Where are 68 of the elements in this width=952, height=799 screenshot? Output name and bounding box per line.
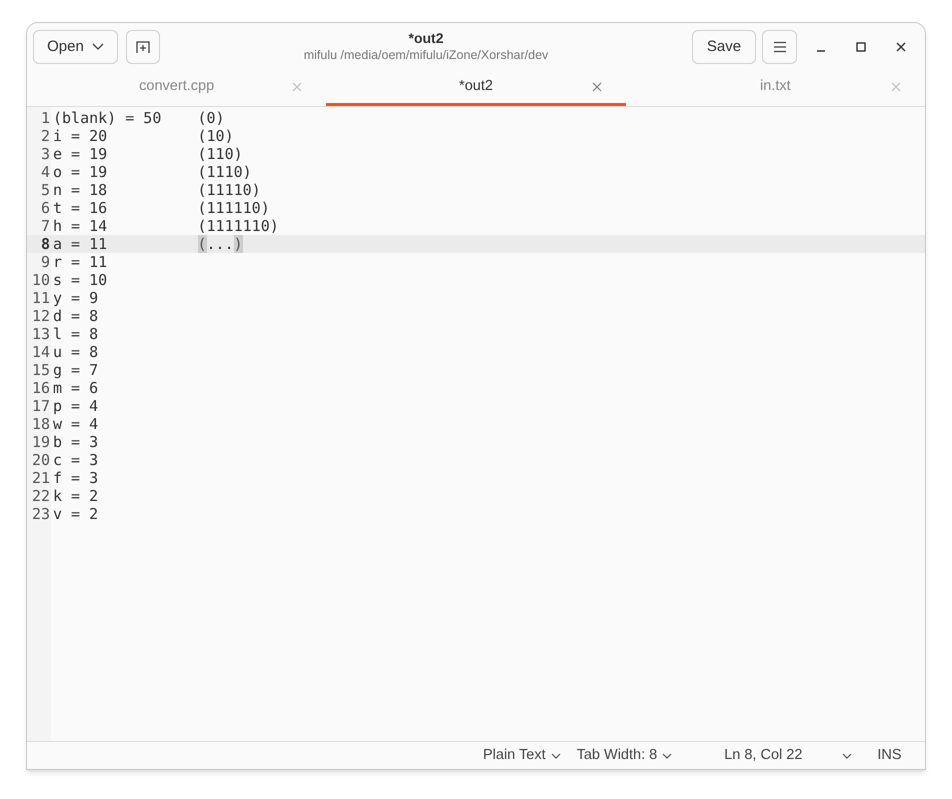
code-text: o = 19 (1110) (53, 163, 252, 181)
line-number: 3 (40, 145, 50, 163)
code-text: p = 4 (53, 397, 98, 415)
code-text: c = 3 (53, 451, 98, 469)
line-number: 4 (40, 163, 50, 181)
code-text: t = 16 (111110) (53, 199, 270, 217)
line-number: 1 (40, 109, 50, 127)
line-number: 17 (32, 397, 50, 415)
code-text: i = 20 (10) (53, 127, 234, 145)
line-number: 5 (40, 181, 50, 199)
new-tab-icon (136, 40, 150, 54)
line-number: 18 (32, 415, 50, 433)
code-text: k = 2 (53, 487, 98, 505)
code-text: u = 8 (53, 343, 98, 361)
chevron-down-icon (92, 43, 104, 51)
code-text: n = 18 (11110) (53, 181, 261, 199)
line-number: 7 (40, 217, 50, 235)
code-text: l = 8 (53, 325, 98, 343)
line-number: 10 (32, 271, 50, 289)
code-text: h = 14 (1111110) (53, 217, 279, 235)
matched-bracket: ( (198, 235, 207, 253)
matched-bracket: ) (234, 235, 243, 253)
menu-button[interactable] (762, 30, 797, 64)
line-number: 11 (32, 289, 50, 307)
line-number: 19 (32, 433, 50, 451)
code-text: a = 11 (53, 235, 108, 253)
line-number: 23 (32, 505, 50, 523)
code-text: ... (206, 235, 234, 253)
line-number: 12 (32, 307, 50, 325)
line-number: 8 (40, 235, 50, 253)
code-text: (blank) = 50 (0) (53, 109, 225, 127)
line-number: 14 (32, 343, 50, 361)
code-text: d = 8 (53, 307, 98, 325)
code-text: r = 11 (53, 253, 108, 271)
save-button[interactable]: Save (692, 30, 756, 64)
code-text: b = 3 (53, 433, 98, 451)
file-path: mifulu /media/oem/mifulu/iZone/Xorshar/dev (304, 48, 548, 64)
code-text: v = 2 (53, 505, 98, 523)
insert-mode: INS (877, 746, 902, 765)
menu-icon (772, 41, 786, 53)
line-number: 22 (32, 487, 50, 505)
code-text: m = 6 (53, 379, 98, 397)
chevron-down-icon (550, 752, 561, 758)
language-dropdown[interactable]: Plain Text (483, 744, 561, 766)
code-text: g = 7 (53, 361, 98, 379)
chevron-down-icon (662, 752, 672, 758)
line-number: 20 (32, 451, 50, 469)
line-number: 9 (40, 253, 50, 271)
open-button[interactable]: Open (33, 30, 118, 64)
code-text: w = 4 (53, 415, 98, 433)
line-number: 21 (32, 469, 50, 487)
code-text: y = 9 (53, 289, 98, 307)
close-icon[interactable] (895, 41, 907, 53)
tab-width-dropdown[interactable]: Tab Width: 8 (576, 744, 672, 766)
maximize-icon[interactable] (855, 41, 867, 53)
code-text: e = 19 (110) (53, 145, 243, 163)
new-tab-button[interactable] (126, 30, 160, 64)
line-number: 16 (32, 379, 50, 397)
line-number: 6 (40, 199, 50, 217)
line-number: 13 (32, 325, 50, 343)
line-number: 15 (32, 361, 50, 379)
window-title: *out2 (408, 30, 444, 48)
code-text: f = 3 (53, 469, 98, 487)
cursor-position: Ln 8, Col 22 (724, 746, 802, 765)
line-number: 2 (40, 127, 50, 145)
code-text: s = 10 (53, 271, 108, 289)
close-tab-icon[interactable] (592, 82, 602, 92)
chevron-down-icon[interactable] (842, 752, 852, 758)
